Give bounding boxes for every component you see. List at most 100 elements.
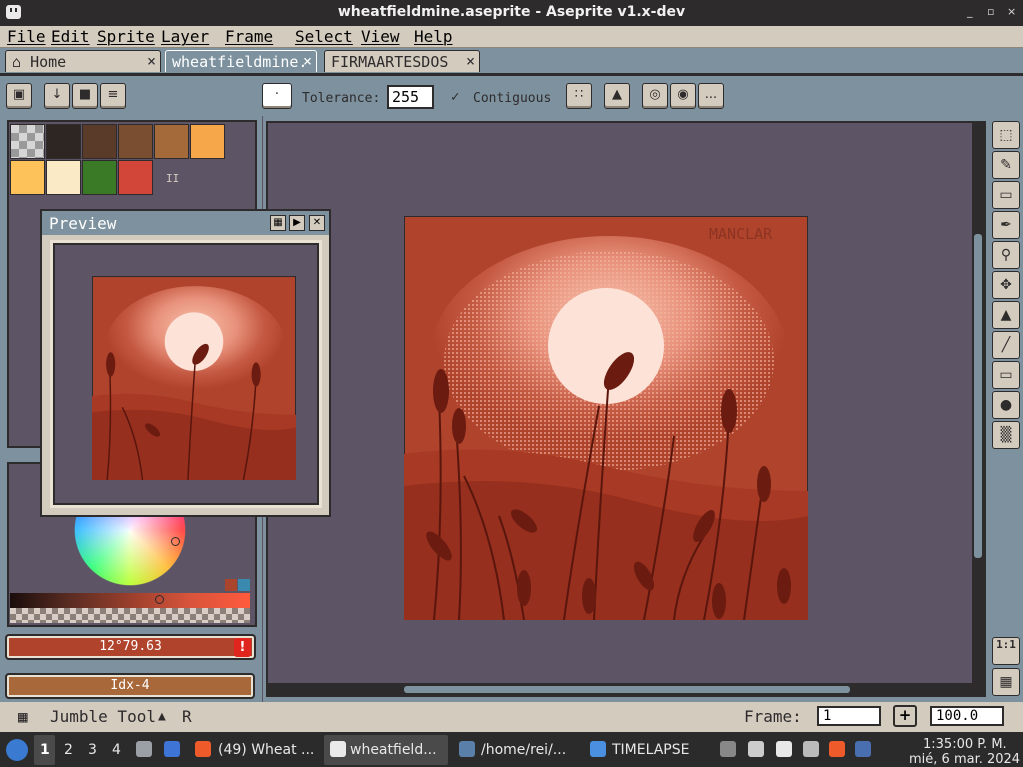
palette-presets-button[interactable]: ■ [72,83,98,109]
symmetry-horizontal-icon: ◉ [677,87,689,102]
harmony-swatch-1[interactable] [225,579,237,591]
lock-palette-button[interactable]: ▣ [6,83,32,109]
taskbar-window-editor[interactable]: /home/rei/... [481,742,566,758]
line-tool-button[interactable]: ╱ [992,331,1020,359]
eraser-icon: ▭ [999,187,1013,203]
volume-icon[interactable] [748,741,764,757]
sprite-artwork[interactable]: MANCLAR [404,216,808,620]
menu-file[interactable]: File [7,27,46,46]
jumble-tool-button[interactable]: ▒ [992,421,1020,449]
preview-play-button[interactable]: ▶ [289,215,305,231]
move-icon: ✥ [1000,277,1012,293]
marquee-icon: ⬚ [999,127,1013,143]
rectangle-tool-button[interactable]: ▭ [992,361,1020,389]
display-icon[interactable] [803,741,819,757]
file-manager-launcher-icon[interactable] [136,741,152,757]
palette-swatch[interactable] [82,160,117,195]
symmetry-horizontal-button[interactable]: ◉ [670,83,696,109]
tab-firmaartesdos[interactable]: FIRMAARTESDOS × [324,50,480,72]
menu-edit[interactable]: Edit [51,27,90,46]
close-icon: ✕ [312,217,322,228]
zoom-tool-button[interactable]: ⚲ [992,241,1020,269]
tray-eject-icon[interactable] [720,741,736,757]
notification-icon[interactable] [855,741,871,757]
zoom-1to1-button[interactable]: 1:1 [992,637,1020,665]
minimize-button[interactable]: _ [967,5,973,18]
warning-icon[interactable]: ! [234,638,251,657]
transparent-swatch[interactable] [10,124,45,159]
menu-sprite[interactable]: Sprite [97,27,155,46]
palette-sort-button[interactable]: ↓ [44,83,70,109]
preview-center-button[interactable]: ▦ [270,215,286,231]
close-tab-icon[interactable]: × [147,52,156,70]
title-bar: wheatfieldmine.aseprite - Aseprite v1.x-… [0,0,1023,26]
blur-tool-button[interactable]: ● [992,391,1020,419]
menu-select[interactable]: Select [295,27,353,46]
palette-swatch[interactable] [10,160,45,195]
horizontal-scroll-thumb[interactable] [404,686,850,693]
paint-bucket-tool-button[interactable]: ▲ [992,301,1020,329]
clipboard-icon[interactable] [776,741,792,757]
menu-view[interactable]: View [361,27,400,46]
timeline-button[interactable]: ▦ [992,668,1020,696]
eyedropper-tool-button[interactable]: ✒ [992,211,1020,239]
pixel-perfect-button[interactable]: ∷ [566,83,592,109]
palette-swatch[interactable] [190,124,225,159]
window-title: wheatfieldmine.aseprite - Aseprite v1.x-… [337,4,686,20]
arrow-down-icon: ↓ [51,87,63,102]
alpha-bar[interactable] [10,608,250,623]
taskbar-window-aseprite[interactable]: wheatfield... [350,742,437,758]
workspace-1[interactable]: 1 [40,742,50,758]
play-icon: ▶ [293,217,301,228]
brush-type-button[interactable]: · [262,83,292,109]
menu-frame[interactable]: Frame [225,27,273,46]
palette-swatch[interactable] [46,160,81,195]
palette-swatch[interactable] [154,124,189,159]
tolerance-input[interactable]: 255 [387,85,434,109]
add-frame-button[interactable]: + [893,705,917,727]
close-tab-icon[interactable]: × [303,52,312,70]
tab-home[interactable]: ⌂ Home × [5,50,161,72]
harmony-swatch-2[interactable] [238,579,250,591]
eraser-tool-button[interactable]: ▭ [992,181,1020,209]
brave-tray-icon[interactable] [829,741,845,757]
frame-input[interactable]: 1 [817,706,881,726]
close-tab-icon[interactable]: × [466,52,475,70]
clock-time[interactable]: 1:35:00 P. M. [923,737,1007,752]
contiguous-checkbox[interactable]: ✓ [451,89,459,105]
palette-options-button[interactable]: ≡ [100,83,126,109]
preview-close-button[interactable]: ✕ [309,215,325,231]
palette-swatch[interactable] [118,160,153,195]
clock-date[interactable]: mié, 6 mar. 2024 [909,752,1020,767]
menu-help[interactable]: Help [414,27,453,46]
tab-wheatfieldmine[interactable]: wheatfieldmine. × [165,50,317,72]
pencil-tool-button[interactable]: ✎ [992,151,1020,179]
menu-layer[interactable]: Layer [161,27,209,46]
more-options-button[interactable]: ... [698,83,724,109]
ink-type-button[interactable]: ▲ [604,83,630,109]
palette-swatch[interactable] [82,124,117,159]
vertical-scroll-thumb[interactable] [974,234,982,558]
wheel-cursor [171,537,180,546]
workspace-2[interactable]: 2 [64,742,73,758]
palette-swatch[interactable] [118,124,153,159]
maximize-button[interactable]: ▫ [987,5,994,18]
background-color-button[interactable]: Idx-4 [5,673,255,699]
palette-swatch[interactable] [46,124,81,159]
marquee-tool-button[interactable]: ⬚ [992,121,1020,149]
shade-bar[interactable] [10,593,250,608]
lock-icon: ▣ [12,87,26,102]
move-tool-button[interactable]: ✥ [992,271,1020,299]
tab-label: FIRMAARTESDOS [331,53,449,71]
workspace-3[interactable]: 3 [88,742,97,758]
close-window-button[interactable]: × [1007,5,1016,18]
symmetry-vertical-button[interactable]: ◎ [642,83,668,109]
jumble-icon: ▒ [1000,427,1012,443]
zoom-input[interactable]: 100.0 [930,706,1004,726]
foreground-color-button[interactable]: 12°79.63 [5,634,256,660]
workspace-4[interactable]: 4 [112,742,121,758]
desktop-launcher-icon[interactable] [164,741,180,757]
taskbar-window-browser[interactable]: (49) Wheat ... [218,742,314,758]
taskbar-window-folder[interactable]: TIMELAPSE [612,742,689,758]
start-menu-icon[interactable] [6,739,28,761]
